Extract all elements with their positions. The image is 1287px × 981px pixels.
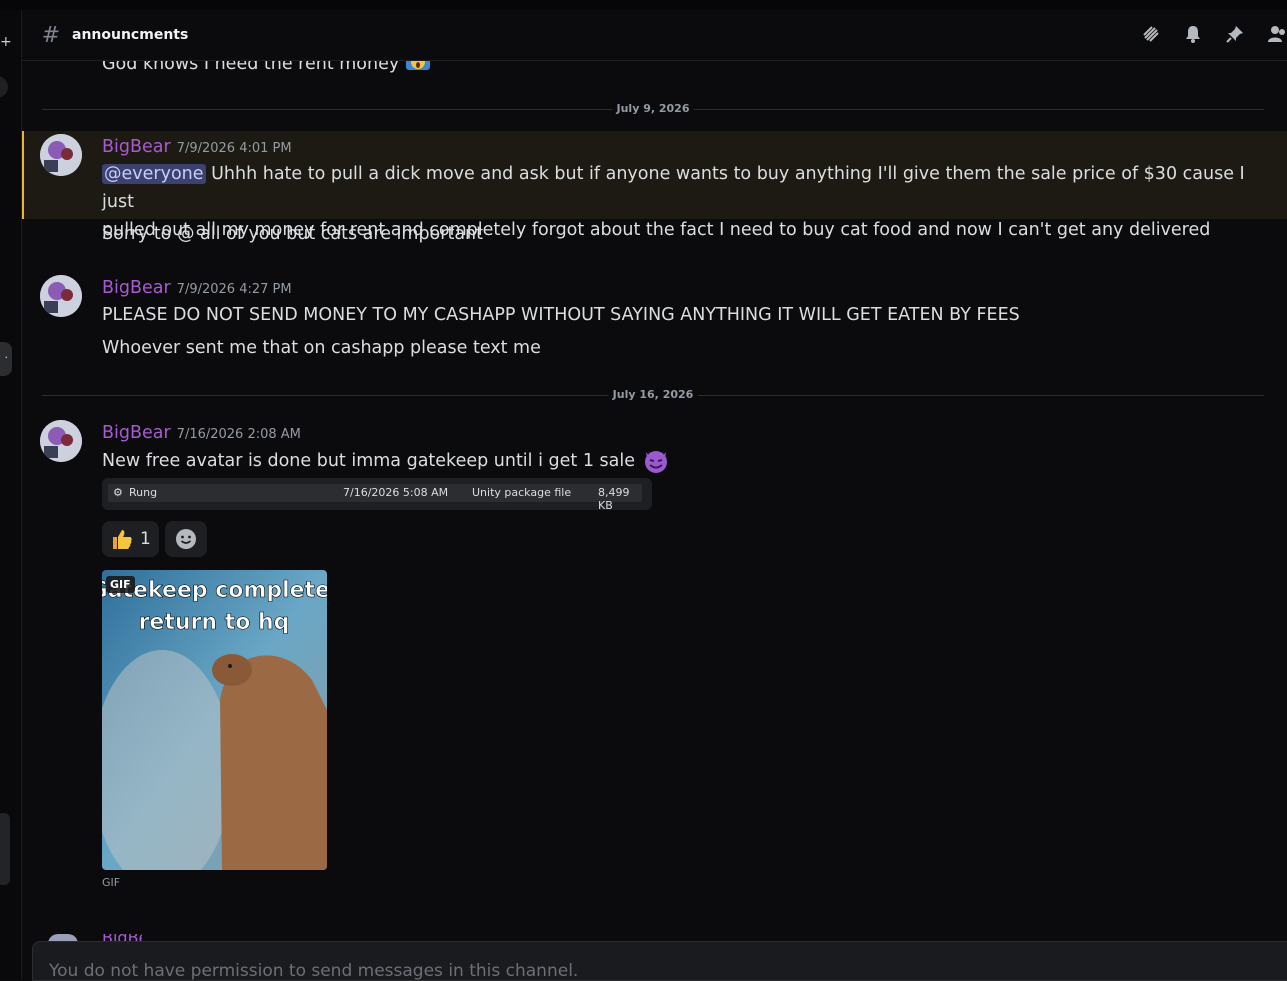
gif-caption-line1: Gatekeep complete, bbox=[102, 578, 327, 603]
window-top-strip bbox=[0, 0, 1287, 10]
message-text: God knows I need the rent money bbox=[102, 61, 400, 74]
members-icon[interactable] bbox=[1267, 23, 1287, 45]
username[interactable]: BigBear bbox=[102, 278, 171, 298]
message-content: PLEASE DO NOT SEND MONEY TO MY CASHAPP W… bbox=[102, 305, 1020, 325]
file-type: Unity package file bbox=[472, 486, 572, 499]
add-reaction-icon bbox=[175, 529, 196, 549]
add-icon[interactable]: + bbox=[0, 34, 12, 50]
message-text: New free avatar is done but imma gatekee… bbox=[102, 451, 635, 471]
message-followup: Whoever sent me that on cashapp please t… bbox=[102, 338, 541, 358]
message-composer[interactable]: You do not have permission to send messa… bbox=[32, 941, 1287, 981]
partial-message: God knows I need the rent money bbox=[102, 61, 431, 74]
gif-embed[interactable]: Gatekeep complete, return to hq GIF bbox=[102, 570, 327, 870]
message-text: Uhhh hate to pull a dick move and ask bu… bbox=[102, 164, 1245, 212]
header-toolbar bbox=[1141, 23, 1287, 45]
avatar[interactable] bbox=[40, 275, 82, 317]
hash-icon: # bbox=[41, 22, 61, 48]
reactions-bar: 1 bbox=[102, 521, 207, 557]
timestamp: 7/16/2026 2:08 AM bbox=[176, 427, 301, 442]
date-divider: July 16, 2026 bbox=[42, 388, 1264, 401]
gif-caption-line2: return to hq bbox=[139, 610, 290, 635]
avatar[interactable] bbox=[40, 420, 82, 462]
gif-label: GIF bbox=[102, 876, 121, 889]
message-header: BigBear 7/16/2026 2:08 AM bbox=[102, 423, 301, 443]
file-name: Rung bbox=[129, 486, 158, 499]
date-divider-label: July 16, 2026 bbox=[608, 388, 698, 401]
add-reaction-button[interactable] bbox=[164, 521, 207, 557]
reaction-thumbs-up[interactable]: 1 bbox=[102, 521, 159, 557]
timestamp: 7/9/2026 4:27 PM bbox=[176, 282, 292, 297]
timestamp: 7/9/2026 4:01 PM bbox=[176, 141, 292, 156]
gif-badge: GIF bbox=[106, 576, 135, 593]
username[interactable]: BigBear bbox=[102, 423, 171, 443]
reaction-count: 1 bbox=[140, 529, 151, 549]
server-pill[interactable]: . bbox=[0, 342, 12, 376]
message-header: BigBear 7/9/2026 4:27 PM bbox=[102, 278, 292, 298]
gif-image: Gatekeep complete, return to hq bbox=[102, 570, 327, 870]
file-size: 8,499 KB bbox=[598, 486, 630, 512]
unity-icon: ⚙ bbox=[113, 486, 123, 499]
message-line: @everyone Uhhh hate to pull a dick move … bbox=[102, 160, 1252, 216]
file-row[interactable]: ⚙ Rung 7/16/2026 5:08 AM Unity package f… bbox=[108, 484, 642, 512]
channel-header: # announcments bbox=[22, 10, 1287, 61]
everyone-mention[interactable]: @everyone bbox=[102, 164, 206, 184]
message-list[interactable]: God knows I need the rent money July 9, … bbox=[22, 61, 1287, 941]
server-sidebar: + . bbox=[0, 10, 22, 979]
server-icon[interactable] bbox=[0, 76, 8, 98]
user-panel-edge[interactable] bbox=[0, 813, 10, 885]
channel-name: announcments bbox=[72, 27, 189, 43]
thumbs-up-icon bbox=[113, 530, 132, 549]
file-date: 7/16/2026 5:08 AM bbox=[343, 486, 449, 499]
smiling-imp-icon bbox=[644, 451, 667, 473]
message-content: New free avatar is done but imma gatekee… bbox=[102, 446, 1252, 475]
message-header: BigBear 7/9/2026 4:01 PM bbox=[102, 137, 292, 157]
composer-placeholder: You do not have permission to send messa… bbox=[49, 961, 579, 981]
message-followup: Sorry to @ all of you but cats are impor… bbox=[102, 224, 484, 244]
file-attachment[interactable]: ⚙ Rung 7/16/2026 5:08 AM Unity package f… bbox=[102, 478, 652, 512]
pin-icon[interactable] bbox=[1225, 23, 1245, 45]
date-divider: July 9, 2026 bbox=[42, 102, 1264, 115]
threads-icon[interactable] bbox=[1141, 23, 1161, 45]
bell-icon[interactable] bbox=[1183, 23, 1203, 45]
username[interactable]: BigBear bbox=[102, 137, 171, 157]
scream-face-icon bbox=[405, 61, 430, 70]
date-divider-label: July 9, 2026 bbox=[612, 102, 694, 115]
avatar[interactable] bbox=[40, 134, 82, 176]
